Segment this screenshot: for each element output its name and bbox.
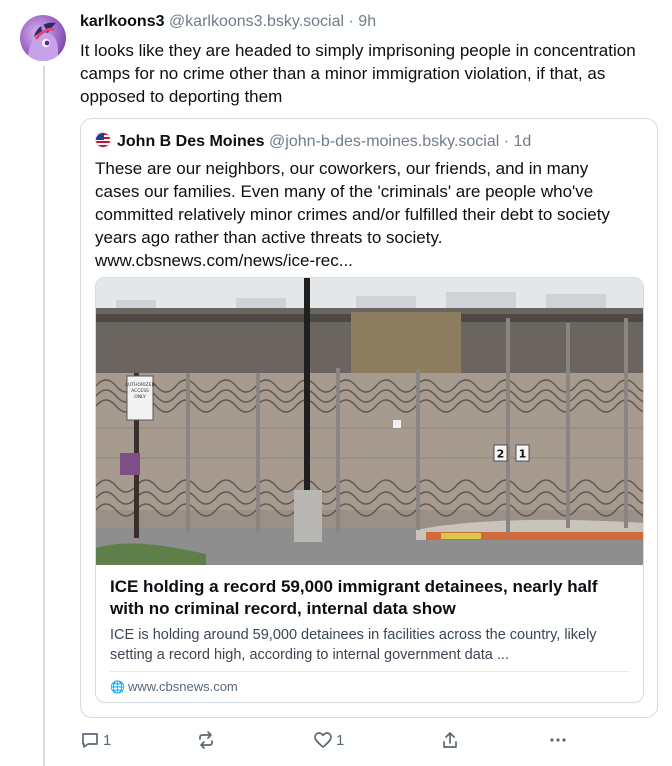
post-actions: 1 1 [80, 728, 660, 752]
reply-button[interactable]: 1 [80, 728, 111, 752]
quoted-post-text: These are our neighbors, our coworkers, … [95, 159, 610, 270]
building-number-2: 2 [497, 448, 505, 461]
repost-icon [199, 731, 213, 749]
sign-text-line-3: ONLY [134, 394, 146, 400]
author-avatar[interactable] [20, 15, 66, 61]
heart-icon [314, 732, 332, 748]
share-button[interactable] [440, 728, 460, 752]
building-number-1: 1 [519, 448, 527, 461]
reply-count: 1 [103, 731, 112, 749]
globe-icon: 🌐 [110, 680, 125, 694]
author-display-name[interactable]: karlkoons3 [80, 13, 164, 30]
us-flag-avatar-icon[interactable] [95, 132, 111, 148]
separator-dot: · [503, 133, 510, 150]
quoted-author-display-name[interactable]: John B Des Moines [117, 133, 265, 150]
reply-icon [82, 733, 98, 748]
link-card-title[interactable]: ICE holding a record 59,000 immigrant de… [110, 576, 630, 620]
link-card[interactable]: AUTHORIZED ACCESS ONLY 2 1 ICE holding a… [95, 277, 644, 703]
prison-fence-photo: AUTHORIZED ACCESS ONLY 2 1 [96, 278, 643, 565]
post-text: It looks like they are headed to simply … [80, 41, 636, 106]
author-handle[interactable]: @karlkoons3.bsky.social [169, 13, 344, 30]
link-card-domain[interactable]: 🌐 www.cbsnews.com [110, 679, 238, 694]
more-options-button[interactable] [548, 728, 568, 752]
pony-avatar-icon [28, 19, 58, 61]
link-card-description: ICE is holding around 59,000 detainees i… [110, 627, 597, 663]
like-button[interactable]: 1 [313, 728, 344, 752]
link-card-divider [110, 671, 629, 672]
post-timestamp[interactable]: 9h [358, 13, 376, 30]
sign-text-line-1: AUTHORIZED [125, 382, 155, 388]
quoted-author-handle[interactable]: @john-b-des-moines.bsky.social [269, 133, 499, 150]
quoted-post-timestamp[interactable]: 1d [514, 133, 532, 150]
share-icon [443, 732, 457, 748]
more-dots-icon [550, 738, 566, 742]
quoted-post-header: John B Des Moines @john-b-des-moines.bsk… [95, 132, 531, 151]
quoted-post[interactable]: John B Des Moines @john-b-des-moines.bsk… [80, 118, 658, 718]
thread-line [43, 66, 45, 766]
repost-button[interactable] [196, 728, 219, 752]
separator-dot: · [348, 13, 354, 30]
link-card-domain-text: www.cbsnews.com [127, 679, 238, 694]
sign-text-line-2: ACCESS [131, 388, 149, 394]
post-header: karlkoons3 @karlkoons3.bsky.social · 9h [80, 13, 376, 31]
like-count: 1 [336, 731, 345, 749]
